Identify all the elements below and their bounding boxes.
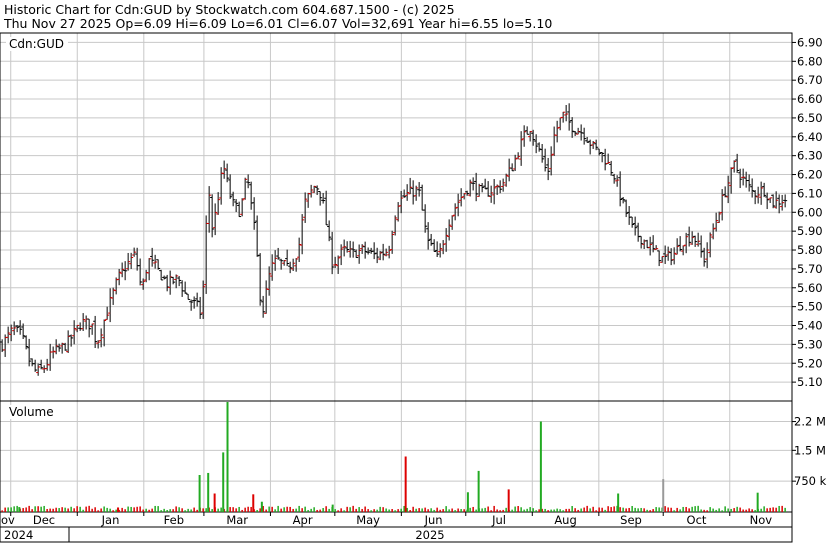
price-tick-label: 5.70 [797, 262, 823, 276]
year-label: 2025 [415, 528, 444, 542]
price-tick-label: 5.40 [797, 319, 823, 333]
month-label: Feb [164, 513, 184, 527]
price-tick-label: 6.40 [797, 130, 823, 144]
header-line-2: Thu Nov 27 2025 Op=6.09 Hi=6.09 Lo=6.01 … [3, 16, 552, 31]
month-label: Dec [33, 513, 55, 527]
price-tick-label: 6.00 [797, 205, 823, 219]
volume-tick-label: 2.2 M [794, 415, 826, 429]
volume-tick-label: 1.5 M [794, 443, 826, 457]
price-tick-label: 5.80 [797, 243, 823, 257]
month-label: Apr [293, 513, 313, 527]
price-tick-label: 5.30 [797, 337, 823, 351]
month-label: Jul [491, 513, 506, 527]
price-tick-label: 6.80 [797, 54, 823, 68]
header-line-1: Historic Chart for Cdn:GUD by Stockwatch… [4, 2, 455, 17]
month-label: Sep [620, 513, 642, 527]
price-tick-label: 6.20 [797, 168, 823, 182]
price-tick-label: 6.50 [797, 111, 823, 125]
price-tick-label: 6.10 [797, 186, 823, 200]
month-label: Aug [554, 513, 576, 527]
volume-tick-label: 750 k [794, 474, 827, 488]
price-tick-label: 6.90 [797, 35, 823, 49]
month-label: Oct [687, 513, 707, 527]
stock-chart: Historic Chart for Cdn:GUD by Stockwatch… [0, 0, 830, 543]
volume-y-axis: 750 k 1.5 M 2.2 M [792, 415, 827, 488]
partial-month-label: ov [1, 513, 15, 527]
price-tick-label: 6.60 [797, 92, 823, 106]
price-tick-label: 5.20 [797, 356, 823, 370]
month-label: May [356, 513, 380, 527]
price-tick-label: 5.90 [797, 224, 823, 238]
chart-background [0, 0, 830, 543]
month-label: Nov [750, 513, 773, 527]
price-tick-label: 5.60 [797, 281, 823, 295]
price-tick-label: 5.10 [797, 375, 823, 389]
price-panel-label: Cdn:GUD [9, 37, 64, 51]
month-label: Jun [424, 513, 443, 527]
volume-panel-label: Volume [9, 405, 54, 419]
month-label: Mar [226, 513, 248, 527]
price-tick-label: 6.70 [797, 73, 823, 87]
price-tick-label: 6.30 [797, 149, 823, 163]
year-label: 2024 [4, 528, 33, 542]
month-label: Jan [101, 513, 120, 527]
price-tick-label: 5.50 [797, 300, 823, 314]
